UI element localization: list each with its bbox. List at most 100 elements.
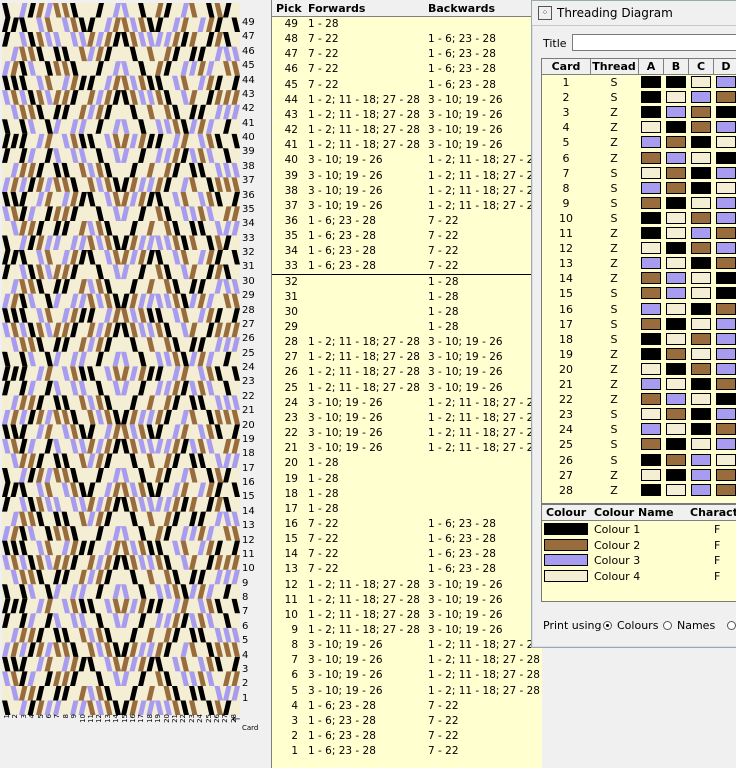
card-row[interactable]: 2S	[542, 90, 736, 105]
schedule-row[interactable]: 17 1 - 28	[272, 502, 542, 517]
hole-colour-cell[interactable]	[641, 408, 661, 421]
colour-row[interactable]: Colour 1F	[542, 522, 736, 537]
card-row[interactable]: 21 Z	[542, 377, 736, 392]
hole-colour-cell[interactable]	[666, 166, 686, 179]
hole-colour-cell[interactable]	[641, 378, 661, 390]
hole-colour-cell[interactable]	[716, 272, 736, 285]
thread-direction[interactable]: Z	[594, 483, 634, 498]
thread-direction[interactable]: Z	[594, 226, 634, 241]
card-row[interactable]: 17 S	[542, 317, 736, 332]
hole-colour-cell[interactable]	[641, 362, 661, 375]
schedule-row[interactable]: 29 1 - 28	[272, 320, 542, 335]
hole-colour-cell[interactable]	[666, 468, 686, 481]
hole-colour-cell[interactable]	[691, 483, 711, 496]
colour-row[interactable]: Colour 3F	[542, 553, 736, 568]
schedule-row[interactable]: 46 7 - 22 1 - 6; 23 - 28	[272, 62, 542, 77]
hole-colour-cell[interactable]	[641, 242, 661, 255]
thread-direction[interactable]: S	[594, 181, 634, 196]
hole-colour-cell[interactable]	[666, 378, 686, 390]
card-row[interactable]: 15 S	[542, 286, 736, 301]
card-row[interactable]: 27 Z	[542, 468, 736, 483]
hole-colour-cell[interactable]	[691, 242, 711, 255]
schedule-row[interactable]: 11 1 - 2; 11 - 18; 27 - 28 3 - 10; 19 - 26	[272, 593, 542, 608]
hole-colour-cell[interactable]	[641, 106, 661, 119]
schedule-row[interactable]: 11 - 6; 23 - 28 7 - 22	[272, 744, 542, 759]
schedule-row[interactable]: 16 7 - 22 1 - 6; 23 - 28	[272, 517, 542, 532]
colour-swatch[interactable]	[544, 554, 588, 566]
names-radio-label[interactable]: Names	[677, 619, 715, 632]
hole-colour-cell[interactable]	[641, 257, 661, 270]
hole-colour-cell[interactable]	[716, 181, 736, 194]
thread-direction[interactable]: S	[594, 211, 634, 226]
title-input[interactable]	[572, 34, 736, 51]
thread-direction[interactable]: S	[594, 75, 634, 90]
hole-colour-cell[interactable]	[691, 332, 711, 345]
hole-colour-cell[interactable]	[691, 121, 711, 134]
schedule-row[interactable]: 45 7 - 22 1 - 6; 23 - 28	[272, 78, 542, 93]
schedule-row[interactable]: 27 1 - 2; 11 - 18; 27 - 28 3 - 10; 19 - 26	[272, 350, 542, 365]
thread-direction[interactable]: Z	[594, 241, 634, 256]
thread-direction[interactable]: Z	[594, 105, 634, 120]
hole-colour-cell[interactable]	[716, 136, 736, 149]
colours-radio[interactable]	[603, 621, 612, 630]
header-pick[interactable]: Pick	[276, 2, 302, 15]
schedule-row[interactable]: 22 3 - 10; 19 - 26 1 - 2; 11 - 18; 27 - 28	[272, 426, 542, 441]
hole-colour-cell[interactable]	[641, 76, 661, 88]
hole-colour-cell[interactable]	[691, 317, 711, 330]
header-forwards[interactable]: Forwards	[308, 2, 365, 15]
hole-colour-cell[interactable]	[691, 257, 711, 270]
schedule-row[interactable]: 41 1 - 2; 11 - 18; 27 - 28 3 - 10; 19 - 26	[272, 138, 542, 153]
thread-direction[interactable]: Z	[594, 120, 634, 135]
thread-direction[interactable]: S	[594, 302, 634, 317]
colour-swatch[interactable]	[544, 538, 588, 551]
card-threading-grid[interactable]: Card Thread A B C D 1 S 2 S 3 Z 4 Z 5 Z 6 Z 7 S 8 S 9 S 10…	[541, 58, 736, 504]
woven-pattern-preview[interactable]	[2, 3, 240, 715]
schedule-row[interactable]: 40 3 - 10; 19 - 26 1 - 2; 11 - 18; 27 - 28	[272, 153, 542, 168]
hole-colour-cell[interactable]	[716, 347, 736, 360]
hole-colour-cell[interactable]	[716, 196, 736, 209]
hole-colour-cell[interactable]	[691, 106, 711, 119]
thread-direction[interactable]: S	[594, 196, 634, 211]
hole-colour-cell[interactable]	[716, 408, 736, 421]
window-titlebar[interactable]: ⁘ Threading Diagram	[532, 1, 736, 26]
schedule-row[interactable]: 48 7 - 22 1 - 6; 23 - 28	[272, 32, 542, 47]
hole-colour-cell[interactable]	[666, 257, 686, 270]
hole-colour-cell[interactable]	[716, 287, 736, 300]
hole-colour-cell[interactable]	[716, 438, 736, 451]
card-row[interactable]: 8S	[542, 181, 736, 196]
schedule-row[interactable]: 24 3 - 10; 19 - 26 1 - 2; 11 - 18; 27 - 28	[272, 396, 542, 411]
hole-colour-cell[interactable]	[666, 362, 686, 375]
schedule-row[interactable]: 53 - 10; 19 - 26 1 - 2; 11 - 18; 27 - 28	[272, 684, 542, 699]
schedule-row[interactable]: 36 1 - 6; 23 - 28 7 - 22	[272, 214, 542, 229]
schedule-row[interactable]: 19 1 - 28	[272, 472, 542, 487]
card-row[interactable]: 20 Z	[542, 362, 736, 377]
card-row[interactable]: 6Z	[542, 151, 736, 166]
card-row[interactable]: 14 Z	[542, 271, 736, 286]
schedule-row[interactable]: 32 1 - 28	[272, 275, 542, 290]
hole-colour-cell[interactable]	[691, 468, 711, 481]
schedule-row[interactable]: 44 1 - 2; 11 - 18; 27 - 28 3 - 10; 19 - 26	[272, 93, 542, 108]
thread-direction[interactable]: Z	[594, 271, 634, 286]
schedule-row[interactable]: 35 1 - 6; 23 - 28 7 - 22	[272, 229, 542, 244]
card-row[interactable]: 16 S	[542, 302, 736, 317]
thread-direction[interactable]: S	[594, 453, 634, 468]
schedule-row[interactable]: 42 1 - 2; 11 - 18; 27 - 28 3 - 10; 19 - 26	[272, 123, 542, 138]
hole-colour-cell[interactable]	[641, 151, 661, 164]
hole-colour-cell[interactable]	[641, 196, 661, 209]
hole-colour-cell[interactable]	[641, 287, 661, 300]
thread-direction[interactable]: S	[594, 286, 634, 301]
hole-colour-cell[interactable]	[641, 423, 661, 436]
hole-colour-cell[interactable]	[716, 227, 736, 239]
card-row[interactable]: 13 Z	[542, 256, 736, 271]
schedule-row[interactable]: 14 7 - 22 1 - 6; 23 - 28	[272, 547, 542, 562]
schedule-row[interactable]: 23 3 - 10; 19 - 26 1 - 2; 11 - 18; 27 - 28	[272, 411, 542, 426]
schedule-row[interactable]: 43 1 - 2; 11 - 18; 27 - 28 3 - 10; 19 - 26	[272, 108, 542, 123]
hole-colour-cell[interactable]	[716, 483, 736, 496]
hole-colour-cell[interactable]	[641, 166, 661, 179]
hole-colour-cell[interactable]	[666, 483, 686, 496]
turning-schedule-table[interactable]: Pick Forwards Backwards 49 1 - 28 48 7 - 22…	[271, 0, 542, 768]
hole-colour-cell[interactable]	[691, 362, 711, 375]
hole-colour-cell[interactable]	[666, 136, 686, 149]
schedule-row[interactable]: 41 - 6; 23 - 28 7 - 22	[272, 699, 542, 714]
card-row[interactable]: 28 Z	[542, 483, 736, 498]
